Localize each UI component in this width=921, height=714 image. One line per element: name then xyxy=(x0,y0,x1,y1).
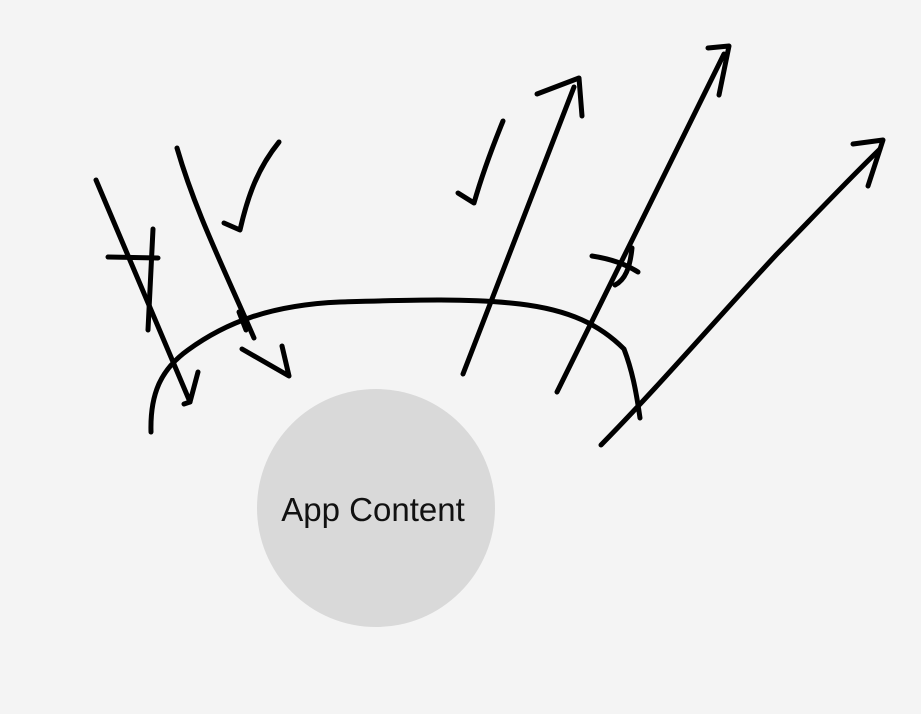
incoming-blocked-arrow-shaft xyxy=(93,177,193,405)
diagram-canvas: App Content xyxy=(0,0,921,714)
incoming-allowed-arrow-shaft xyxy=(174,145,257,341)
outgoing-allowed-checkmark xyxy=(455,118,506,206)
outgoing-unmarked-arrow-shaft xyxy=(598,146,883,448)
outgoing-allowed-arrow-shaft xyxy=(460,84,577,377)
sketch-diagram: App Content xyxy=(93,43,886,627)
app-content-label: App Content xyxy=(281,491,464,528)
outgoing-allowed-arrowhead xyxy=(534,75,585,119)
incoming-allowed-arrowhead xyxy=(239,343,292,379)
incoming-allowed-checkmark xyxy=(221,139,282,233)
